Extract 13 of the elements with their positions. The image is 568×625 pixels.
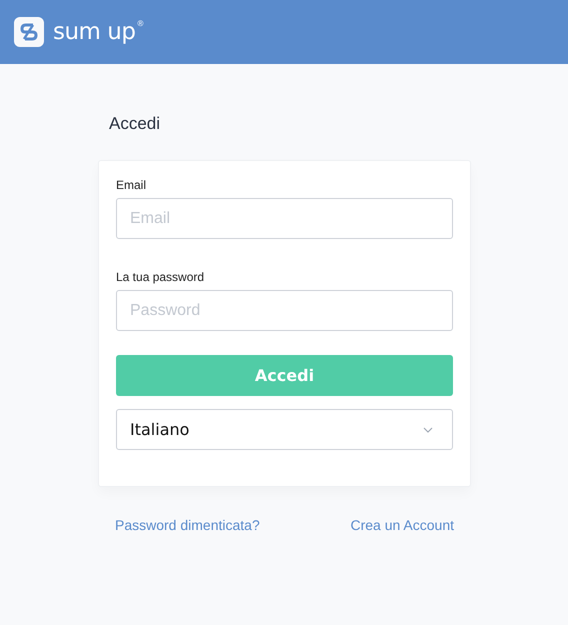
forgot-password-link[interactable]: Password dimenticata?	[115, 517, 260, 533]
page-title: Accedi	[109, 114, 162, 134]
email-field[interactable]: Email	[116, 198, 453, 239]
chevron-down-icon	[423, 426, 433, 432]
field-label: Email	[116, 178, 148, 192]
password-field[interactable]: Password	[116, 290, 453, 331]
field-label: La tua password	[116, 270, 206, 284]
create-account-link[interactable]: Crea un Account	[350, 517, 454, 533]
logo-icon	[14, 17, 44, 47]
language-select[interactable]: Italiano	[116, 409, 453, 450]
registered-mark: ®	[137, 19, 144, 28]
logo-text: sum up	[53, 19, 136, 45]
login-button[interactable]: Accedi	[116, 355, 453, 396]
